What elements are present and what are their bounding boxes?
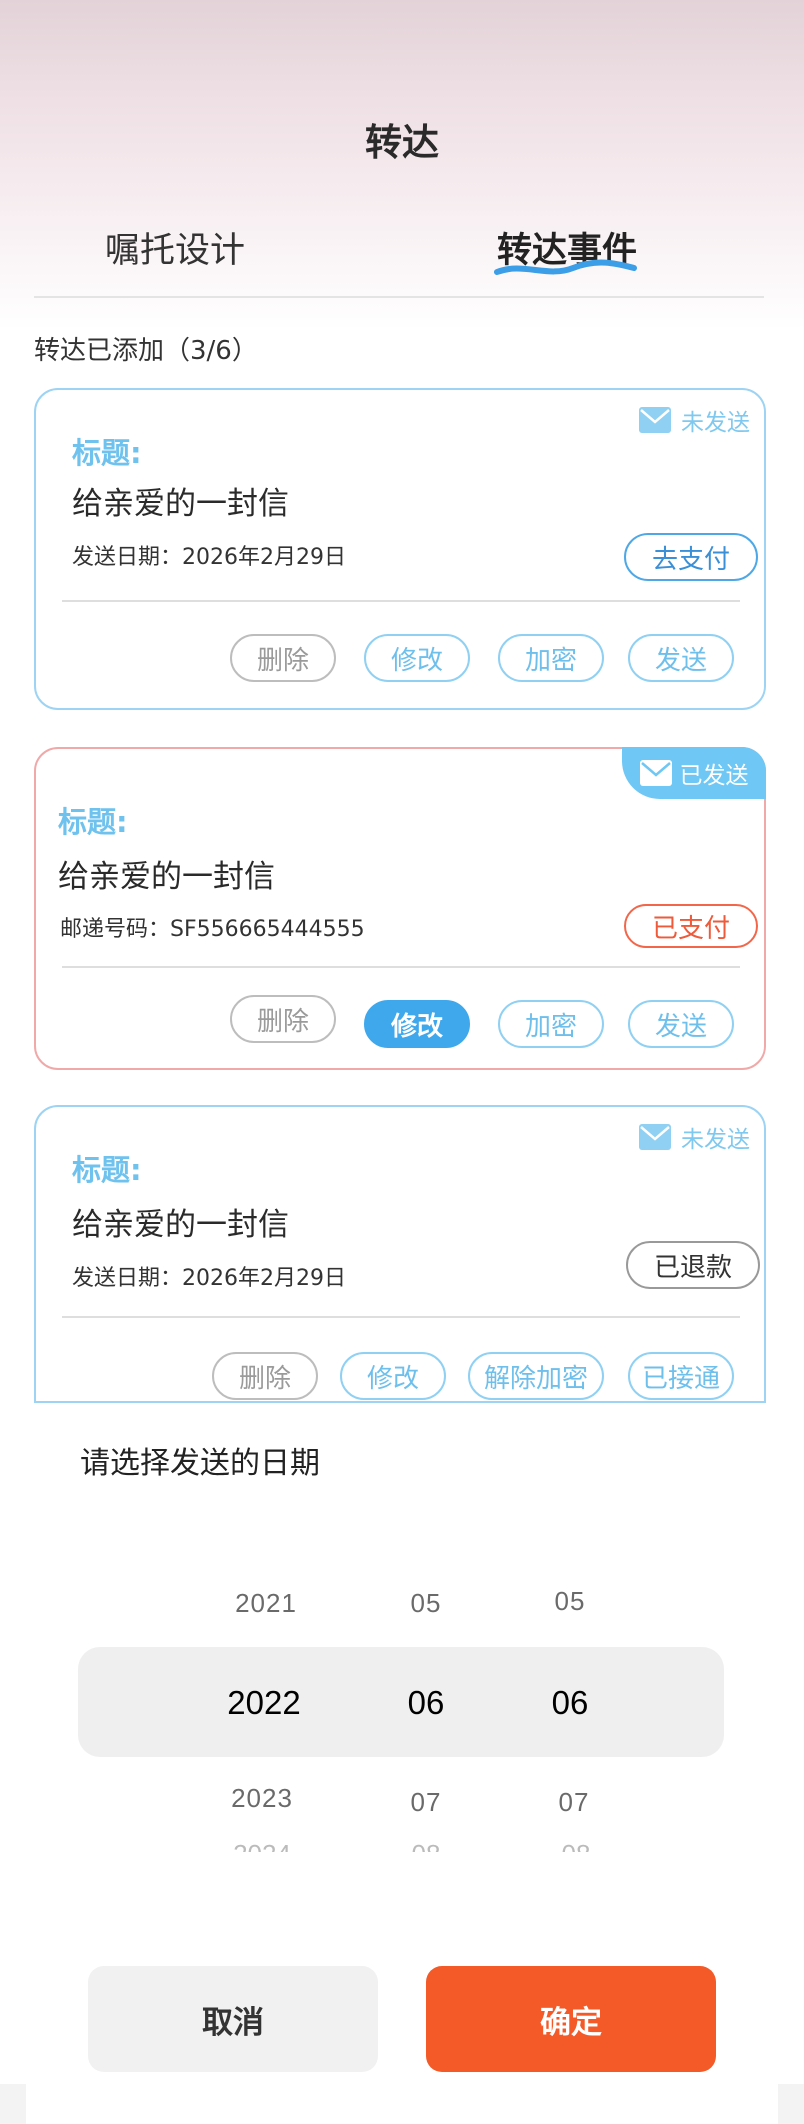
title-label: 标题: — [72, 436, 142, 470]
paid-tag: 已支付 — [624, 904, 758, 948]
mail-icon — [639, 407, 671, 433]
date-picker-sheet: 请选择发送的日期 2021 2022 2023 2024 05 06 07 08… — [0, 1403, 804, 2124]
encrypt-button[interactable]: 加密 — [498, 634, 604, 682]
status-label: 已发送 — [679, 763, 749, 789]
relay-card-1[interactable]: 未发送 标题: 给亲爱的一封信 发送日期：2026年2月29日 去支付 删除 修… — [34, 388, 766, 710]
tab-entrust-design[interactable]: 嘱托设计 — [105, 222, 245, 273]
day-option[interactable]: 07 — [514, 1787, 634, 1818]
decrypt-button[interactable]: 解除加密 — [468, 1352, 604, 1400]
card-title: 给亲爱的一封信 — [58, 859, 275, 895]
month-option[interactable]: 07 — [366, 1787, 486, 1818]
card-title: 给亲爱的一封信 — [72, 1207, 289, 1243]
edit-button[interactable]: 修改 — [340, 1352, 446, 1400]
delete-button[interactable]: 删除 — [230, 634, 336, 682]
year-option[interactable]: 2023 — [202, 1783, 322, 1814]
cancel-button[interactable]: 取消 — [88, 1966, 378, 2072]
month-selected[interactable]: 06 — [366, 1684, 486, 1722]
send-date: 发送日期：2026年2月29日 — [72, 545, 346, 570]
active-tab-underline — [494, 259, 637, 275]
mail-icon — [639, 760, 672, 786]
send-button[interactable]: 发送 — [628, 634, 734, 682]
card-divider — [62, 600, 740, 602]
month-option[interactable]: 05 — [366, 1588, 486, 1619]
day-option[interactable]: 08 — [516, 1840, 636, 1852]
title-label: 标题: — [72, 1153, 142, 1187]
status-sent-badge: 已发送 — [622, 747, 766, 799]
title-label: 标题: — [58, 805, 128, 839]
encrypt-button[interactable]: 加密 — [498, 1000, 604, 1048]
tracking-number: 邮递号码：SF556665444555 — [60, 917, 365, 942]
relay-card-2[interactable]: 已发送 标题: 给亲爱的一封信 邮递号码：SF556665444555 已支付 … — [34, 747, 766, 1070]
page-title: 转达 — [365, 121, 439, 164]
edit-button[interactable]: 修改 — [364, 634, 470, 682]
delete-button[interactable]: 删除 — [230, 995, 336, 1043]
connected-button[interactable]: 已接通 — [628, 1352, 734, 1400]
pay-button[interactable]: 去支付 — [624, 533, 758, 581]
status-unsent: 未发送 — [639, 1120, 750, 1154]
day-option[interactable]: 05 — [510, 1586, 630, 1617]
status-label: 未发送 — [681, 1127, 750, 1153]
bottom-edge — [0, 2084, 804, 2124]
confirm-button[interactable]: 确定 — [426, 1966, 716, 2072]
send-date: 发送日期：2026年2月29日 — [72, 1266, 346, 1291]
relay-card-3[interactable]: 未发送 标题: 给亲爱的一封信 发送日期：2026年2月29日 已退款 删除 修… — [34, 1105, 766, 1403]
year-option[interactable]: 2024 — [202, 1840, 322, 1852]
refunded-tag: 已退款 — [626, 1241, 760, 1289]
delete-button[interactable]: 删除 — [212, 1352, 318, 1400]
status-label: 未发送 — [681, 410, 750, 436]
year-selected[interactable]: 2022 — [204, 1684, 324, 1722]
added-count-text: 转达已添加（3/6） — [34, 336, 258, 366]
status-unsent: 未发送 — [639, 403, 750, 437]
card-divider — [62, 1316, 740, 1318]
mail-icon — [639, 1124, 671, 1150]
year-option[interactable]: 2021 — [206, 1588, 326, 1619]
picker-title: 请选择发送的日期 — [80, 1446, 320, 1481]
edit-button[interactable]: 修改 — [364, 1000, 470, 1048]
card-title: 给亲爱的一封信 — [72, 486, 289, 522]
month-option[interactable]: 08 — [366, 1840, 486, 1852]
day-selected[interactable]: 06 — [510, 1684, 630, 1722]
send-button[interactable]: 发送 — [628, 1000, 734, 1048]
tabs-divider — [34, 296, 764, 298]
card-divider — [62, 966, 740, 968]
